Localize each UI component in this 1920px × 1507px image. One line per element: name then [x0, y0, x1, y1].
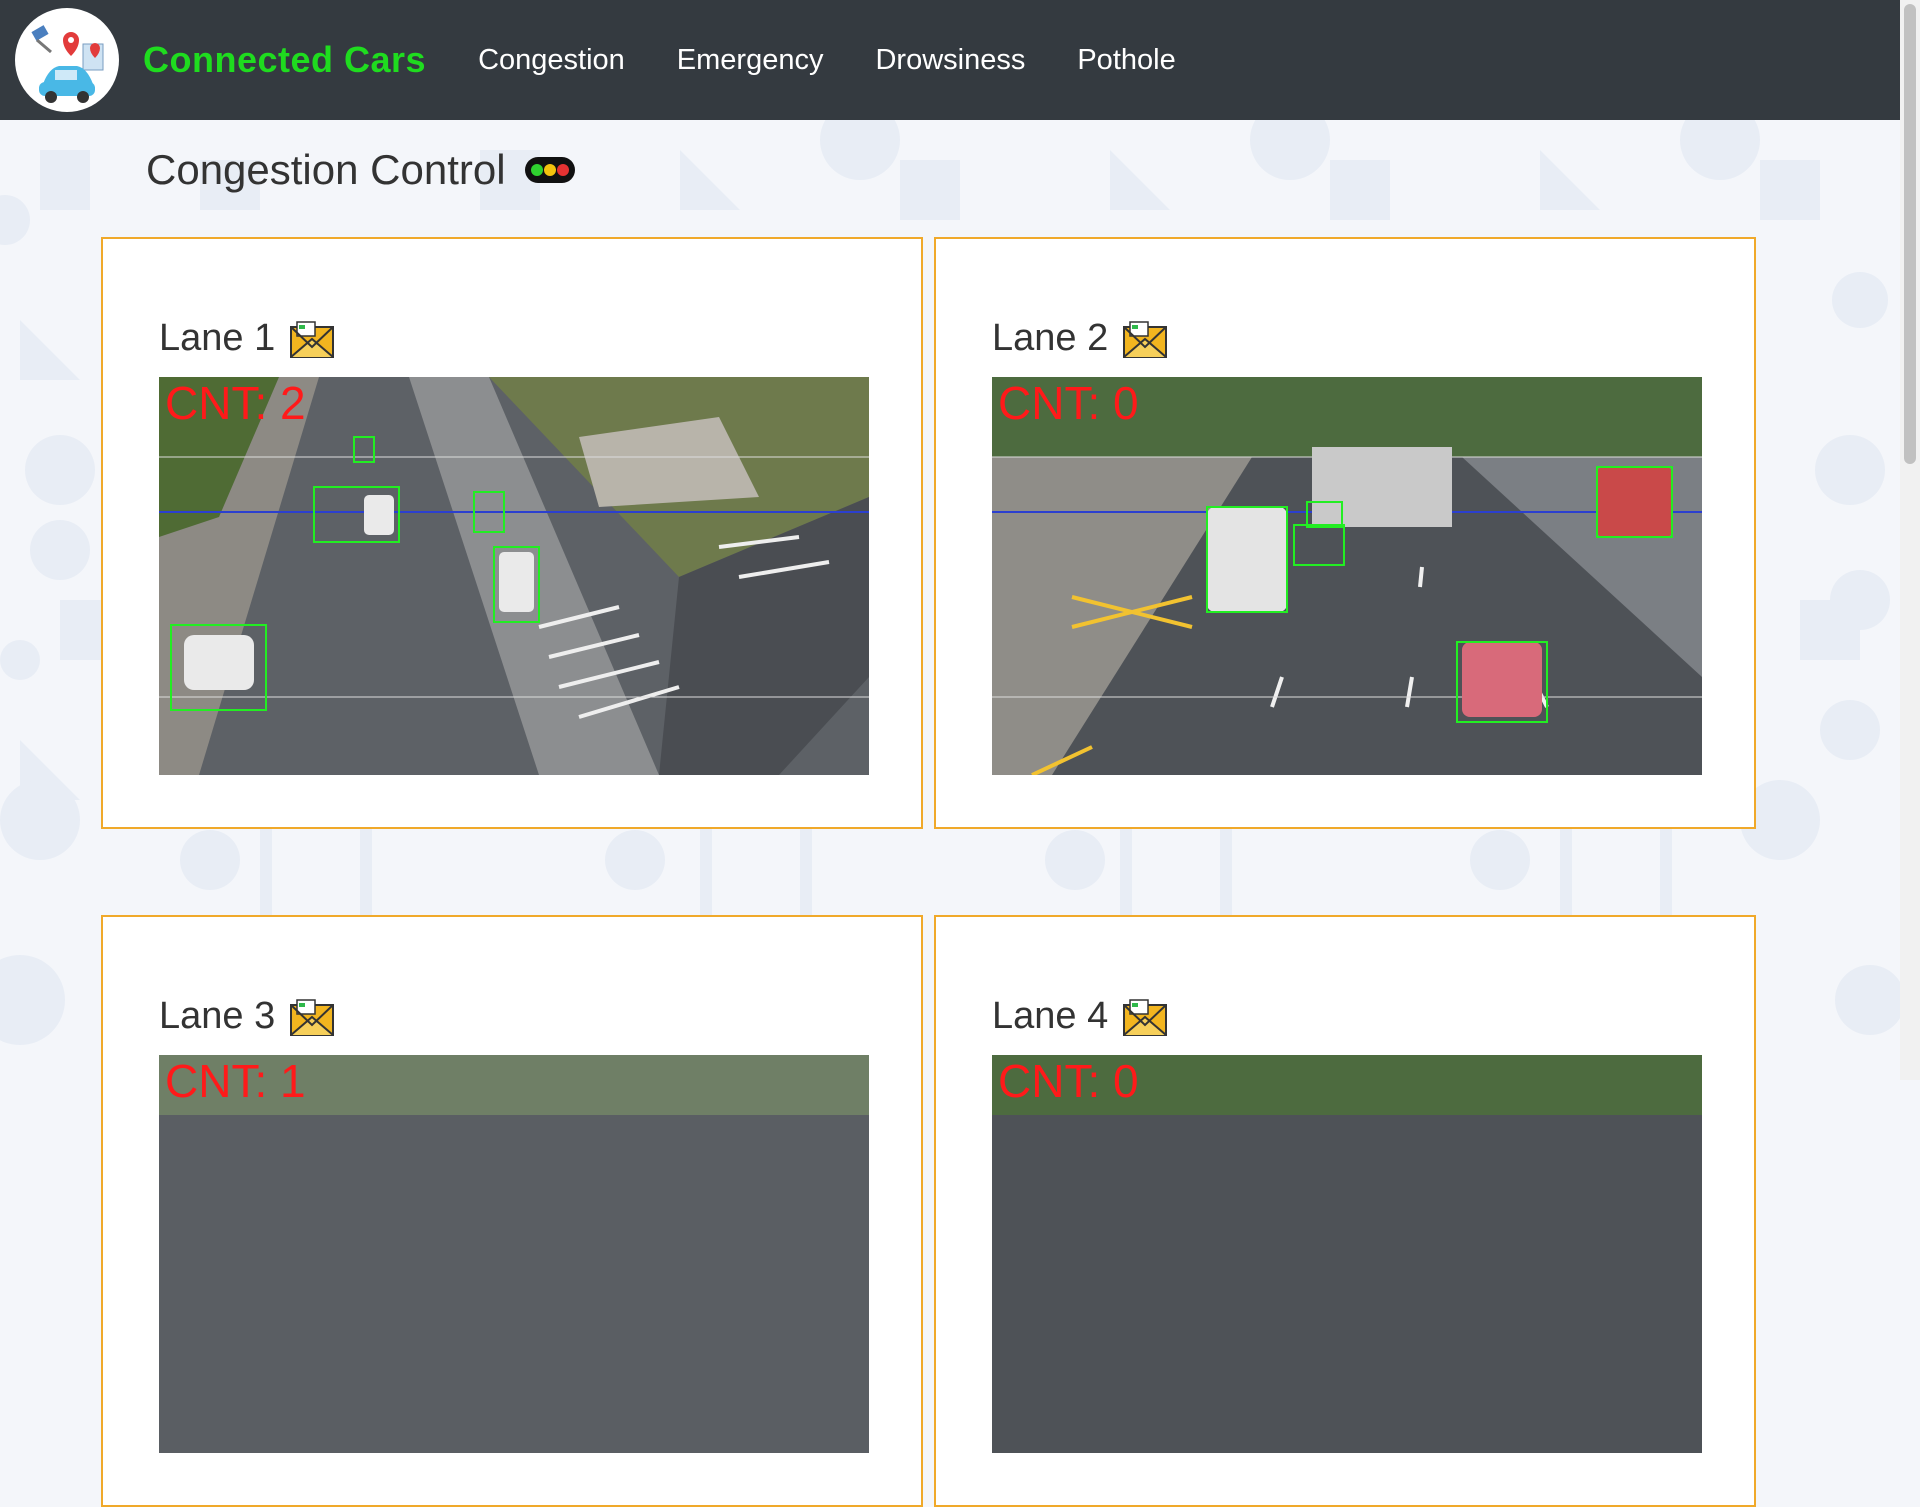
lane-card-2: Lane 2 CNT: 0	[934, 237, 1756, 829]
lane-card-1: Lane 1 CNT: 2	[101, 237, 923, 829]
page-title: Congestion Control	[146, 146, 576, 194]
nav-congestion[interactable]: Congestion	[478, 44, 625, 77]
lane-title: Lane 1	[159, 317, 335, 360]
lane-title: Lane 4	[992, 995, 1168, 1038]
lane-title-text: Lane 4	[992, 995, 1109, 1037]
scrollbar-thumb[interactable]	[1904, 4, 1916, 464]
lane-camera-feed: CNT: 2	[159, 377, 869, 775]
nav-drowsiness[interactable]: Drowsiness	[875, 44, 1025, 77]
envelope-icon	[1123, 320, 1168, 358]
lane-count-text: CNT: 2	[165, 377, 306, 429]
envelope-icon	[1123, 998, 1168, 1036]
lane-title: Lane 2	[992, 317, 1168, 360]
envelope-icon	[290, 998, 335, 1036]
nav-emergency[interactable]: Emergency	[677, 44, 824, 77]
car-logo-icon[interactable]	[15, 8, 119, 112]
lane-title-text: Lane 3	[159, 995, 276, 1037]
page-title-text: Congestion Control	[146, 146, 506, 193]
lane-title-text: Lane 2	[992, 317, 1109, 359]
lane-camera-feed: CNT: 0	[992, 1055, 1702, 1453]
lane-card-3: Lane 3 CNT: 1	[101, 915, 923, 1507]
lane-count-text: CNT: 0	[998, 377, 1139, 429]
page-scrollbar[interactable]	[1900, 0, 1920, 1080]
lane-count-text: CNT: 1	[165, 1055, 306, 1107]
lane-camera-feed: CNT: 0	[992, 377, 1702, 775]
lane-title-text: Lane 1	[159, 317, 276, 359]
lane-count-text: CNT: 0	[998, 1055, 1139, 1107]
navbar: Connected Cars Congestion Emergency Drow…	[0, 0, 1900, 120]
nav-pothole[interactable]: Pothole	[1077, 44, 1175, 77]
lane-camera-feed: CNT: 1	[159, 1055, 869, 1453]
lane-card-4: Lane 4 CNT: 0	[934, 915, 1756, 1507]
envelope-icon	[290, 320, 335, 358]
traffic-light-icon	[524, 157, 575, 183]
brand-title[interactable]: Connected Cars	[143, 39, 426, 81]
lane-title: Lane 3	[159, 995, 335, 1038]
